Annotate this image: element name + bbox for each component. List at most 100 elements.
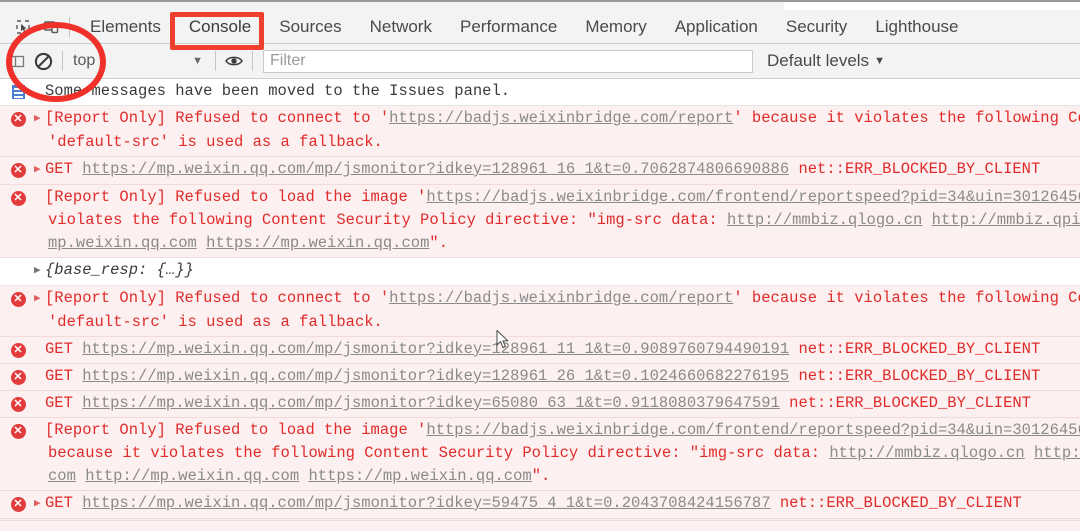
- toolbar-divider: [69, 16, 70, 37]
- expand-triangle-icon[interactable]: ▶: [34, 260, 45, 283]
- error-badge: ✕: [10, 369, 26, 385]
- console-row[interactable]: ✕ [Report Only] Refused to load the image…: [0, 185, 1080, 258]
- tab-application[interactable]: Application: [661, 14, 772, 40]
- inspect-element-icon[interactable]: [9, 14, 37, 40]
- console-text: because it violates the following Conten…: [48, 444, 830, 462]
- console-message-line: GET https://mp.weixin.qq.com/mp/jsmonito…: [0, 392, 1080, 415]
- console-link[interactable]: https://mp.weixin.qq.com/mp/jsmonitor?id…: [82, 394, 780, 412]
- console-message-list[interactable]: Some messages have been moved to the Iss…: [0, 79, 1080, 531]
- console-text: Some messages have been moved to the Iss…: [45, 82, 511, 100]
- toolbar-divider-4: [252, 51, 253, 71]
- console-message-line: mp.weixin.qq.com https://mp.weixin.qq.co…: [0, 232, 1080, 255]
- error-badge: ✕: [10, 162, 26, 178]
- execution-context-select[interactable]: top ▼: [69, 52, 209, 70]
- chevron-down-icon-2: ▼: [874, 55, 885, 67]
- console-link[interactable]: http://mmbiz.qlogo.cn: [829, 444, 1024, 462]
- console-message-line: GET https://mp.weixin.qq.com/mp/jsmonito…: [0, 338, 1080, 361]
- filter-placeholder: Filter: [270, 52, 306, 69]
- console-text: ".: [531, 467, 551, 485]
- eye-icon[interactable]: [222, 54, 246, 68]
- console-link[interactable]: http://mmbiz.qpic.: [932, 211, 1080, 229]
- console-row[interactable]: ✕ GET https://mp.weixin.qq.com/mp/jsmonit…: [0, 337, 1080, 364]
- tab-elements[interactable]: Elements: [76, 14, 175, 40]
- error-icon: ✕: [8, 109, 28, 129]
- console-link[interactable]: https://mp.weixin.qq.com: [206, 234, 429, 252]
- console-link[interactable]: https://mp.weixin.qq.com/mp/jsmonitor?id…: [82, 340, 789, 358]
- tab-sources[interactable]: Sources: [265, 14, 355, 40]
- console-message-line: Some messages have been moved to the Iss…: [0, 80, 1080, 103]
- console-message-line: 'default-src' is used as a fallback.: [0, 131, 1080, 154]
- console-link[interactable]: http://: [1034, 444, 1080, 462]
- console-text: [Report Only] Refused to connect to ': [45, 109, 390, 127]
- console-text: 'default-src' is used as a fallback.: [48, 313, 383, 331]
- expand-triangle-icon[interactable]: ▶: [34, 493, 45, 516]
- console-message-line: ▶ [Report Only] Refused to connect to 'ht…: [0, 287, 1080, 311]
- console-row[interactable]: ✕▶GET https://mp.weixin.qq.com/mp/jsmoni…: [0, 491, 1080, 519]
- expand-triangle-icon[interactable]: ▶: [34, 159, 45, 182]
- console-link[interactable]: mp.weixin.qq.com: [48, 234, 197, 252]
- console-text: [Report Only] Refused to load the image …: [45, 421, 427, 439]
- error-icon: ✕: [8, 289, 28, 309]
- console-row[interactable]: ✕ GET https://mp.weixin.qq.com/mp/jsmonit…: [0, 391, 1080, 418]
- log-levels-select[interactable]: Default levels ▼: [767, 51, 885, 71]
- error-icon: ✕: [8, 340, 28, 360]
- error-icon: ✕: [8, 160, 28, 180]
- console-link[interactable]: http://mmbiz.qlogo.cn: [727, 211, 922, 229]
- sidebar-toggle-icon[interactable]: [4, 48, 30, 74]
- window-top-strip-right: [784, 0, 1080, 10]
- console-object-preview[interactable]: {base_resp: {…}}: [45, 261, 194, 279]
- console-message-line: [Report Only] Refused to load the image …: [0, 186, 1080, 209]
- console-toolbar: top ▼ Filter Default levels ▼: [0, 44, 1080, 79]
- console-row[interactable]: ✕ ▶ [Report Only] Refused to connect to 'h…: [0, 286, 1080, 337]
- device-toolbar-icon[interactable]: [37, 14, 65, 40]
- console-message-line: ▶GET https://mp.weixin.qq.com/mp/jsmonit…: [0, 158, 1080, 182]
- console-link[interactable]: https://mp.weixin.qq.com/mp/jsmonitor?id…: [82, 494, 770, 512]
- console-row[interactable]: ✕ [Report Only] Refused to load the image…: [0, 418, 1080, 491]
- console-link[interactable]: https://mp.weixin.qq.com: [308, 467, 531, 485]
- console-link[interactable]: https://badjs.weixinbridge.com/frontend/…: [426, 421, 1080, 439]
- tab-security[interactable]: Security: [772, 14, 861, 40]
- expand-triangle-icon[interactable]: ▶: [34, 108, 45, 131]
- console-link[interactable]: https://mp.weixin.qq.com/mp/jsmonitor?id…: [82, 160, 789, 178]
- tab-network[interactable]: Network: [356, 14, 446, 40]
- console-row[interactable]: ▶ {base_resp: {…}}: [0, 258, 1080, 286]
- error-badge: ✕: [10, 291, 26, 307]
- console-text: [Report Only] Refused to load the image …: [45, 188, 427, 206]
- console-row[interactable]: ✕▶GET https://mp.weixin.qq.com/mp/jsmoni…: [0, 157, 1080, 185]
- error-icon: ✕: [8, 367, 28, 387]
- console-link[interactable]: https://badjs.weixinbridge.com/frontend/…: [426, 188, 1080, 206]
- clear-console-icon[interactable]: [30, 48, 56, 74]
- error-badge: ✕: [10, 190, 26, 206]
- console-link[interactable]: https://badjs.weixinbridge.com/report: [389, 109, 733, 127]
- filter-input[interactable]: Filter: [263, 49, 753, 73]
- console-message-line: GET https://mp.weixin.qq.com/mp/jsmonito…: [0, 365, 1080, 388]
- console-row[interactable]: ✕ GET https://mp.weixin.qq.com/mp/jsmonit…: [0, 364, 1080, 391]
- error-badge: ✕: [10, 496, 26, 512]
- console-row[interactable]: ✕ ▶ [Report Only] Refused to connect to 'h…: [0, 106, 1080, 157]
- console-text: net::ERR_BLOCKED_BY_CLIENT: [779, 394, 1031, 412]
- tab-memory[interactable]: Memory: [571, 14, 660, 40]
- console-link[interactable]: https://mp.weixin.qq.com/mp/jsmonitor?id…: [82, 367, 789, 385]
- console-row[interactable]: Some messages have been moved to the Iss…: [0, 79, 1080, 106]
- tab-performance[interactable]: Performance: [446, 14, 571, 40]
- console-link[interactable]: https://badjs.weixinbridge.com/report: [389, 289, 733, 307]
- tab-console[interactable]: Console: [175, 14, 265, 40]
- console-link[interactable]: http://mp.weixin.qq.com: [85, 467, 299, 485]
- console-text: [Report Only] Refused to connect to ': [45, 289, 390, 307]
- error-badge: ✕: [10, 423, 26, 439]
- tab-lighthouse[interactable]: Lighthouse: [861, 14, 972, 40]
- console-message-line: 'default-src' is used as a fallback.: [0, 311, 1080, 334]
- console-text: 'default-src' is used as a fallback.: [48, 133, 383, 151]
- chevron-down-icon: ▼: [192, 55, 203, 67]
- console-text: GET: [45, 394, 83, 412]
- console-text: ' because it violates the following Co: [733, 109, 1080, 127]
- console-text: net::ERR_BLOCKED_BY_CLIENT: [789, 160, 1041, 178]
- log-levels-label: Default levels: [767, 51, 870, 70]
- expand-triangle-icon[interactable]: ▶: [34, 288, 45, 311]
- console-link[interactable]: com: [48, 467, 76, 485]
- console-message-line: com http://mp.weixin.qq.com https://mp.w…: [0, 465, 1080, 488]
